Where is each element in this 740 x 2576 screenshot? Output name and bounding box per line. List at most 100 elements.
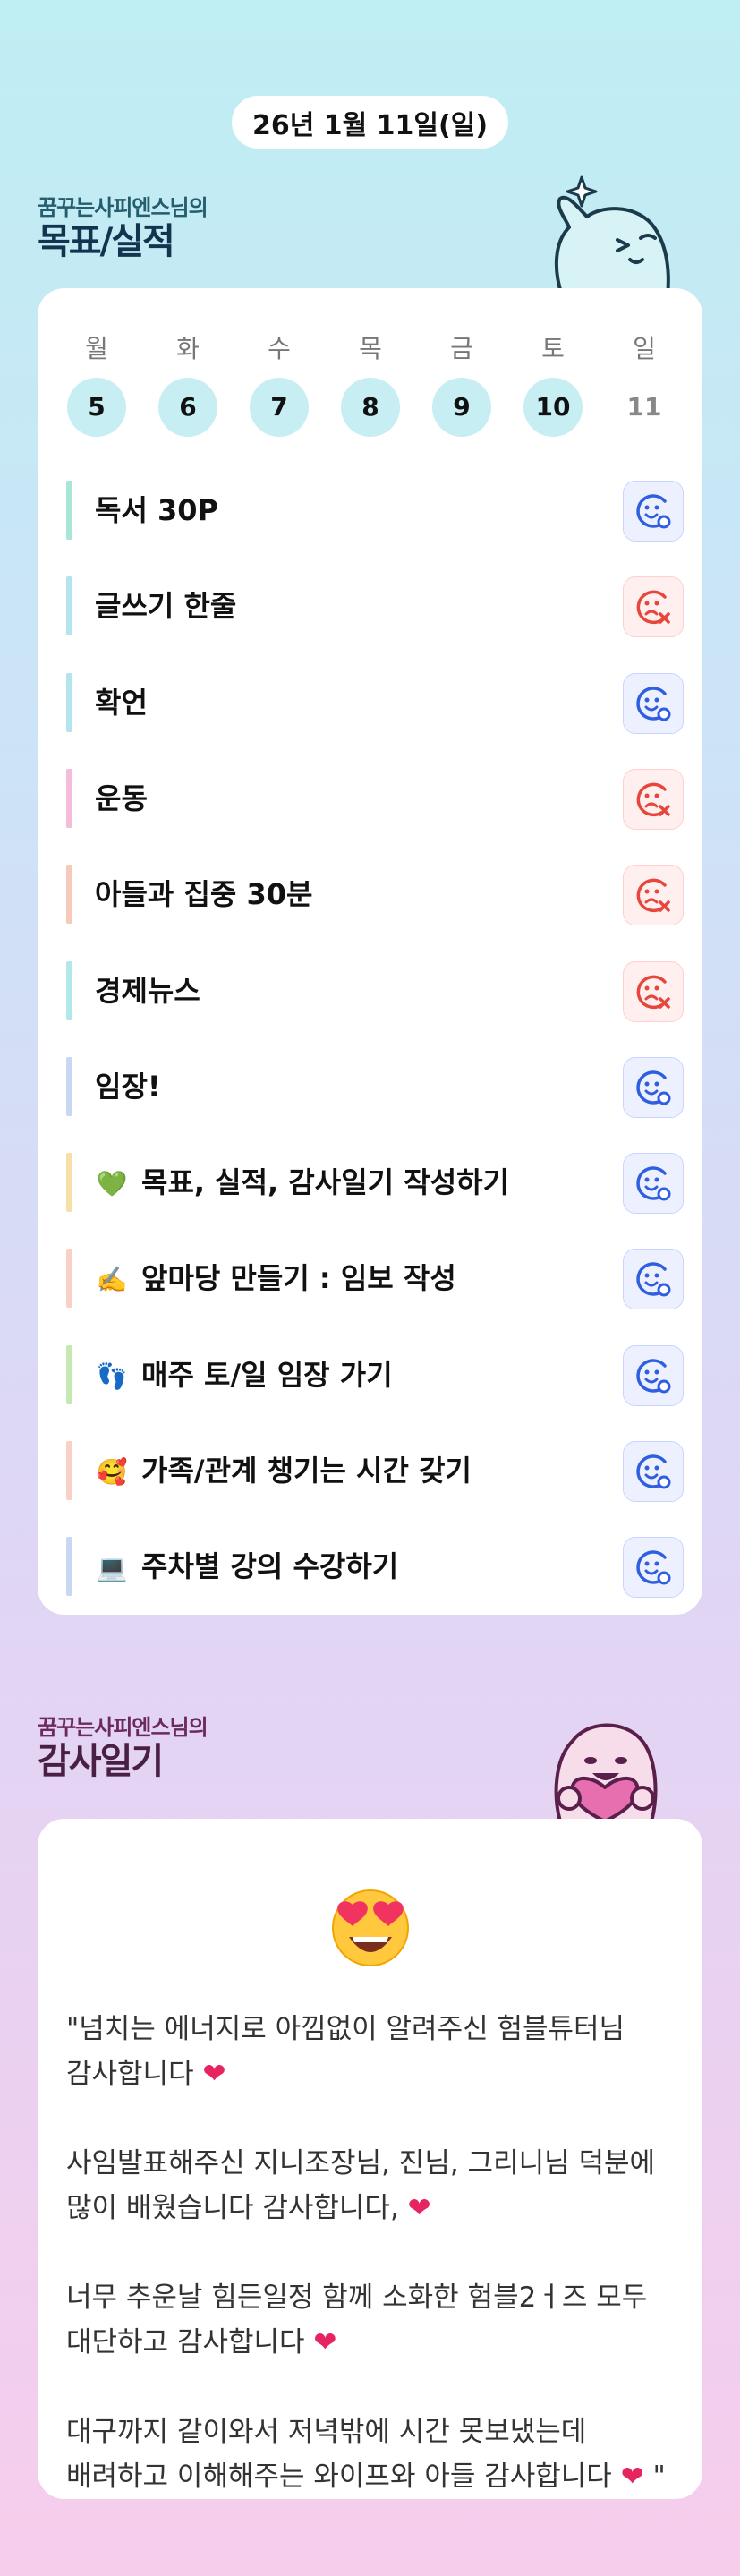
goal-row[interactable]: 🥰 가족/관계 챙기는 시간 갖기: [66, 1441, 684, 1502]
status-done-icon[interactable]: [623, 672, 684, 734]
goal-color-bar: [66, 960, 72, 1020]
status-done-icon[interactable]: [623, 1153, 684, 1215]
goal-color-bar: [66, 1441, 72, 1500]
week-strip: 월 5 화 6 수 7 목 8 금 9 토 10 일 11: [66, 331, 684, 437]
day-2[interactable]: 수7: [249, 331, 310, 437]
status-done-icon[interactable]: [623, 1249, 684, 1310]
gratitude-paragraph: 너무 추운날 힘든일정 함께 소화한 험블2ㅓ즈 모두 대단하고 감사합니다 ❤: [66, 2282, 648, 2358]
goal-label: 글쓰기 한줄: [95, 576, 236, 635]
goal-emoji-icon: 🥰: [96, 1457, 128, 1487]
gratitude-card: "넘치는 에너지로 아낌없이 알려주신 험블튜터님 감사합니다 ❤ 사임발표해주…: [38, 1819, 702, 2499]
goal-row[interactable]: 확언: [66, 672, 684, 734]
goal-row[interactable]: 💻 주차별 강의 수강하기: [66, 1537, 684, 1599]
day-name: 월: [85, 334, 108, 363]
day-number[interactable]: 5: [67, 378, 126, 437]
goal-text: 가족/관계 챙기는 시간 갖기: [141, 1454, 472, 1488]
goal-label: ✍️ 앞마당 만들기 : 임보 작성: [95, 1249, 456, 1308]
status-fail-icon[interactable]: [623, 768, 684, 830]
day-number[interactable]: 7: [250, 378, 309, 437]
status-done-icon[interactable]: [623, 1537, 684, 1599]
day-number[interactable]: 6: [158, 378, 217, 437]
goal-row[interactable]: ✍️ 앞마당 만들기 : 임보 작성: [66, 1249, 684, 1310]
day-name: 목: [359, 334, 382, 363]
goal-row[interactable]: 임장!: [66, 1056, 684, 1118]
gratitude-section-title: 감사일기: [38, 1741, 164, 1782]
heart-icon: ❤: [620, 2461, 644, 2493]
goal-color-bar: [66, 865, 72, 925]
gratitude-content: "넘치는 에너지로 아낌없이 알려주신 험블튜터님 감사합니다 ❤ 사임발표해주…: [66, 1881, 675, 2544]
goal-text: 목표, 실적, 감사일기 작성하기: [141, 1165, 510, 1200]
goal-section-subtitle: 꿈꾸는사피엔스님의: [38, 195, 208, 220]
goal-label: 운동: [95, 769, 148, 828]
heart-eyes-emoji-icon: [66, 1881, 675, 1971]
status-done-icon[interactable]: [623, 1344, 684, 1406]
status-fail-icon[interactable]: [623, 576, 684, 638]
day-6[interactable]: 일 11: [614, 331, 675, 437]
goal-color-bar: [66, 576, 72, 636]
day-4[interactable]: 금9: [431, 331, 492, 437]
day-name: 토: [541, 334, 565, 363]
day-name: 금: [450, 334, 473, 363]
status-done-icon[interactable]: [623, 1441, 684, 1502]
goal-color-bar: [66, 1056, 72, 1116]
goal-text: 아들과 집중 30분: [95, 877, 313, 912]
goal-label: 💻 주차별 강의 수강하기: [95, 1537, 399, 1596]
gratitude-section-header: 꿈꾸는사피엔스님의 감사일기: [38, 1710, 208, 1782]
heart-icon: ❤: [407, 2192, 431, 2224]
goal-color-bar: [66, 1249, 72, 1309]
day-name: 일: [633, 334, 656, 363]
goal-emoji-icon: 💻: [96, 1553, 128, 1583]
day-3[interactable]: 목8: [340, 331, 401, 437]
status-fail-icon[interactable]: [623, 865, 684, 926]
goal-row[interactable]: 운동: [66, 768, 684, 830]
goal-text: 주차별 강의 수강하기: [141, 1549, 399, 1584]
goal-text: 임장!: [95, 1069, 161, 1104]
day-1[interactable]: 화6: [157, 331, 218, 437]
heart-icon: ❤: [313, 2326, 337, 2358]
status-fail-icon[interactable]: [623, 960, 684, 1022]
goal-label: 💚 목표, 실적, 감사일기 작성하기: [95, 1153, 509, 1212]
goal-row[interactable]: 글쓰기 한줄: [66, 576, 684, 638]
goal-label: 독서 30P: [95, 481, 218, 540]
day-5[interactable]: 토 10: [523, 331, 583, 437]
gratitude-section-subtitle: 꿈꾸는사피엔스님의: [38, 1715, 208, 1740]
goal-label: 임장!: [95, 1057, 160, 1116]
goal-text: 글쓰기 한줄: [95, 589, 237, 624]
status-done-icon[interactable]: [623, 481, 684, 542]
goal-label: 확언: [95, 673, 148, 732]
goal-row[interactable]: 아들과 집중 30분: [66, 865, 684, 926]
day-number[interactable]: 10: [523, 378, 583, 437]
goal-text: 매주 토/일 임장 가기: [141, 1357, 393, 1392]
goal-emoji-icon: 👣: [96, 1361, 128, 1391]
gratitude-paragraph: "넘치는 에너지로 아낌없이 알려주신 험블튜터님 감사합니다 ❤: [66, 2013, 625, 2090]
goal-color-bar: [66, 1344, 72, 1404]
goal-card: 월 5 화 6 수 7 목 8 금 9 토 10 일 11 독서 30P 글쓰기 한줄 확언 운동 아들과 집중 …: [38, 288, 702, 1615]
goal-row[interactable]: 💚 목표, 실적, 감사일기 작성하기: [66, 1153, 684, 1215]
goal-text: 앞마당 만들기 : 임보 작성: [141, 1261, 456, 1296]
ghost-mascot-icon: [554, 175, 670, 295]
goal-row[interactable]: 경제뉴스: [66, 960, 684, 1022]
goal-section-header: 꿈꾸는사피엔스님의 목표/실적: [38, 190, 208, 262]
goal-color-bar: [66, 1153, 72, 1213]
goal-row[interactable]: 독서 30P: [66, 481, 684, 542]
goal-row[interactable]: 👣 매주 토/일 임장 가기: [66, 1344, 684, 1406]
day-0[interactable]: 월5: [66, 331, 127, 437]
goal-emoji-icon: ✍️: [96, 1265, 128, 1295]
day-number[interactable]: 11: [615, 378, 674, 437]
goal-label: 🥰 가족/관계 챙기는 시간 갖기: [95, 1441, 472, 1500]
gratitude-paragraph: 사임발표해주신 지니조장님, 진님, 그리니님 덕분에 많이 배웠습니다 감사합…: [66, 2147, 656, 2224]
day-number[interactable]: 9: [432, 378, 491, 437]
day-name: 수: [268, 334, 291, 363]
goal-text: 운동: [95, 780, 148, 815]
goal-section-title: 목표/실적: [38, 221, 175, 262]
heart-icon: ❤: [202, 2058, 226, 2090]
status-done-icon[interactable]: [623, 1056, 684, 1118]
goal-text: 확언: [95, 685, 148, 720]
date-pill[interactable]: 26년 1월 11일(일): [232, 96, 508, 149]
goal-label: 경제뉴스: [95, 961, 200, 1020]
day-number[interactable]: 8: [341, 378, 400, 437]
goal-text: 경제뉴스: [95, 973, 200, 1008]
heart-mascot-icon: [554, 1723, 658, 1821]
goal-label: 👣 매주 토/일 임장 가기: [95, 1345, 393, 1404]
gratitude-paragraph: 대구까지 같이와서 저녁밖에 시간 못보냈는데 배려하고 이해해주는 와이프와 …: [66, 2416, 666, 2493]
